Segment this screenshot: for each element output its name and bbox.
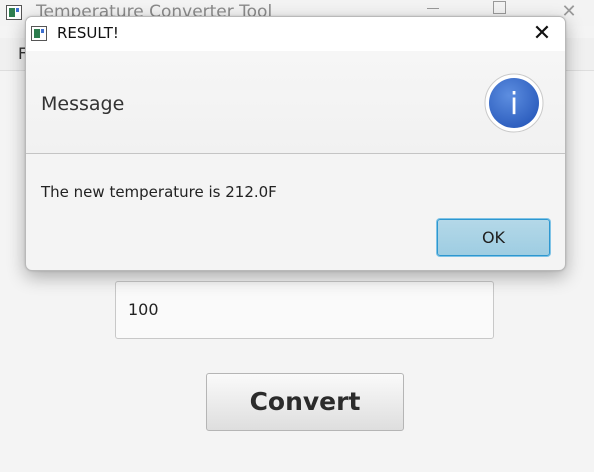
app-icon: [6, 5, 22, 20]
convert-button[interactable]: Convert: [206, 373, 404, 431]
dialog-titlebar: RESULT! ✕: [26, 17, 565, 51]
dialog-header-text: Message: [41, 93, 125, 115]
info-icon: i: [484, 73, 544, 133]
close-icon: ✕: [532, 21, 552, 46]
ok-button[interactable]: OK: [437, 219, 550, 256]
info-icon-glyph: i: [510, 87, 518, 122]
dialog-title: RESULT!: [57, 24, 119, 42]
minimize-icon: [427, 7, 439, 9]
dialog-header: Message i: [26, 51, 565, 154]
dialog-close-button[interactable]: ✕: [529, 21, 555, 47]
maximize-icon: [492, 0, 506, 14]
dialog-message: The new temperature is 212.0F: [41, 183, 277, 201]
temperature-input[interactable]: 100: [115, 281, 494, 339]
app-icon: [31, 26, 47, 41]
result-dialog: RESULT! ✕ Message i The new temperature …: [25, 16, 566, 271]
